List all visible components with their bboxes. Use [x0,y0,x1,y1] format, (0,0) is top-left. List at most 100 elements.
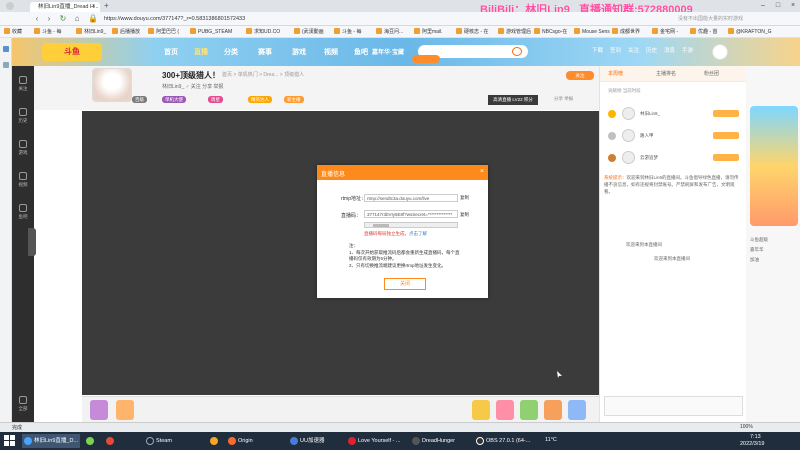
taskbar-item-origin[interactable]: Origin [226,434,284,448]
rank-row[interactable]: 林旧Lin9_ [608,106,743,122]
gift-icon[interactable] [90,400,108,420]
nav-video[interactable]: 视频 [324,47,338,57]
user-avatar[interactable] [712,44,728,60]
checkin-button[interactable]: 签到 [610,46,621,54]
streamer-avatar[interactable] [92,68,132,102]
maximize-icon[interactable]: □ [771,0,785,12]
nav-category[interactable]: 分类 [224,47,238,57]
taskbar-item-music[interactable]: Love Yourself - ... [346,434,406,448]
bookmark-item[interactable]: 成都世界 [612,27,640,37]
bookmark-item[interactable]: NBCsgo-在 [534,27,567,37]
nav-yuba[interactable]: 鱼吧 [354,47,368,57]
bookmark-item[interactable]: (武漢動画 [294,27,324,37]
scroll-thumb[interactable] [373,224,389,227]
bookmark-item[interactable]: 阿里巴巴 ( [148,27,179,37]
weather-text[interactable]: 11°C [545,437,557,444]
follow-nav-button[interactable]: 关注 [628,46,639,54]
refresh-icon[interactable]: ↻ [58,13,68,24]
share-report[interactable]: 分享 举报 [554,96,573,102]
bookmark-item[interactable]: 斗鱼 - 每 [334,27,361,37]
rail-video[interactable]: 视频 [16,172,30,188]
close-button[interactable]: 关闭 [384,278,426,290]
rank-row[interactable]: 路人甲 [608,128,743,144]
gift-icon[interactable] [520,400,538,420]
code-scrollbar[interactable] [364,222,458,228]
url-input[interactable]: https://www.douyu.com/377147?_r=0.583138… [104,14,664,24]
taskbar-item-steam[interactable]: Steam [144,434,204,448]
rail-all[interactable]: 全部 [16,396,30,412]
minimize-icon[interactable]: – [756,0,770,12]
chat-input[interactable] [604,396,743,416]
gift-icon[interactable] [544,400,562,420]
new-tab-button[interactable]: + [104,1,109,11]
nav-home[interactable]: 首页 [164,47,178,57]
taskbar-item-app[interactable] [208,434,224,448]
rail-games[interactable]: 游戏 [16,140,30,156]
taskbar-item-browser[interactable]: 林旧Lin9直播_D... [22,434,80,448]
gift-icon[interactable] [496,400,514,420]
promo-banner[interactable] [750,106,798,226]
windows-start-icon[interactable] [4,435,16,447]
bookmark-item[interactable]: 阿里mail. [414,27,443,37]
bookmark-item[interactable]: Mouse Sens [574,27,610,37]
nav-games[interactable]: 游戏 [292,47,306,57]
douyu-logo[interactable]: 斗鱼 [42,43,102,61]
rail-yuba[interactable]: 鱼吧 [16,204,30,220]
back-icon[interactable]: ‹ [32,13,42,24]
rtmp-field[interactable]: rtmp://sendtc3a.douyu.com/live [364,194,458,202]
taskbar-item-app[interactable] [104,434,120,448]
bookmark-item[interactable]: 斗鱼 - 每 [34,27,61,37]
bookmark-item[interactable]: 金宅网 - [652,27,678,37]
nav-carnival[interactable]: 嘉年华·宝藏 [372,47,404,56]
bookmark-item[interactable]: 硬核志 - 在 [456,27,488,37]
open-live-button[interactable] [412,55,440,63]
nav-live[interactable]: 直播 [194,47,208,57]
bookmark-item[interactable]: 后播播放 [112,27,140,37]
messages-button[interactable]: 消息 [664,46,675,54]
tab-ranking[interactable]: 主播排名 [656,70,676,77]
gift-icon[interactable] [568,400,586,420]
forward-icon[interactable]: › [44,13,54,24]
rail-history[interactable]: 历史 [16,108,30,124]
nav-events[interactable]: 赛事 [258,47,272,57]
search-icon[interactable] [512,47,522,56]
sidebar-star-icon[interactable] [3,46,9,52]
stream-code-field[interactable]: 377147r3bVIy5E8f?wsSecret=************** [364,210,458,218]
bookmark-item[interactable]: 优趣 - 首 [690,27,717,37]
close-window-icon[interactable]: × [786,0,800,12]
sidebar-history-icon[interactable] [3,62,9,68]
rail-collapse-handle[interactable] [28,228,36,256]
taskbar-item-dreadhunger[interactable]: DreadHunger [410,434,472,448]
rail-follow[interactable]: 关注 [16,76,30,92]
download-button[interactable]: 下载 [592,46,603,54]
bookmark-item[interactable]: 海豆问... [376,27,403,37]
follow-button[interactable]: 关注 [566,71,594,80]
rank-row[interactable]: 云游追梦 [608,150,743,166]
taskbar-item-obs[interactable]: OBS 27.0.1 (64-... [474,434,534,448]
breadcrumb[interactable]: 首页 > 单机热门 > Drea... > 顶级猎人 [222,71,304,78]
streamer-name[interactable]: 林旧Lin9_ ♂ 关注 分享 举报 [162,83,224,90]
bookmark-item[interactable]: PUBG_STEAM [190,27,232,37]
history-button[interactable]: 历史 [646,46,657,54]
copy-rtmp-button[interactable]: 复制 [460,195,469,201]
bookmark-item[interactable]: 林旧Lin9_ [76,27,106,37]
tab-fans[interactable]: 粉丝团 [704,70,719,77]
taskbar-item-uu[interactable]: UU加速器 [288,434,342,448]
gift-icon[interactable] [472,400,490,420]
tab-weekly[interactable]: 本周榜 [608,70,623,77]
clock-time[interactable]: 7:13 [750,434,761,441]
taskbar-item-app[interactable] [84,434,100,448]
close-icon[interactable]: × [480,168,484,175]
learn-more-link[interactable]: 点击了解 [409,231,427,236]
clock-date[interactable]: 2022/3/19 [740,441,764,448]
mobile-game-button[interactable]: 手游 [682,46,693,54]
bookmark-item[interactable]: 游戏管理后 [498,27,531,37]
bookmark-item[interactable]: @KRAFTON_G [728,27,772,37]
bookmark-item[interactable]: 收藏 [4,27,22,37]
home-icon[interactable]: ⌂ [72,13,82,24]
browser-tab[interactable]: 林旧Lin9直播_Dread H... [30,2,100,12]
copy-code-button[interactable]: 复制 [460,212,469,218]
tab-close-icon[interactable]: × [92,2,96,12]
bookmark-item[interactable]: 求知UD.CO [246,27,280,37]
zoom-level[interactable]: 100% [740,424,753,430]
